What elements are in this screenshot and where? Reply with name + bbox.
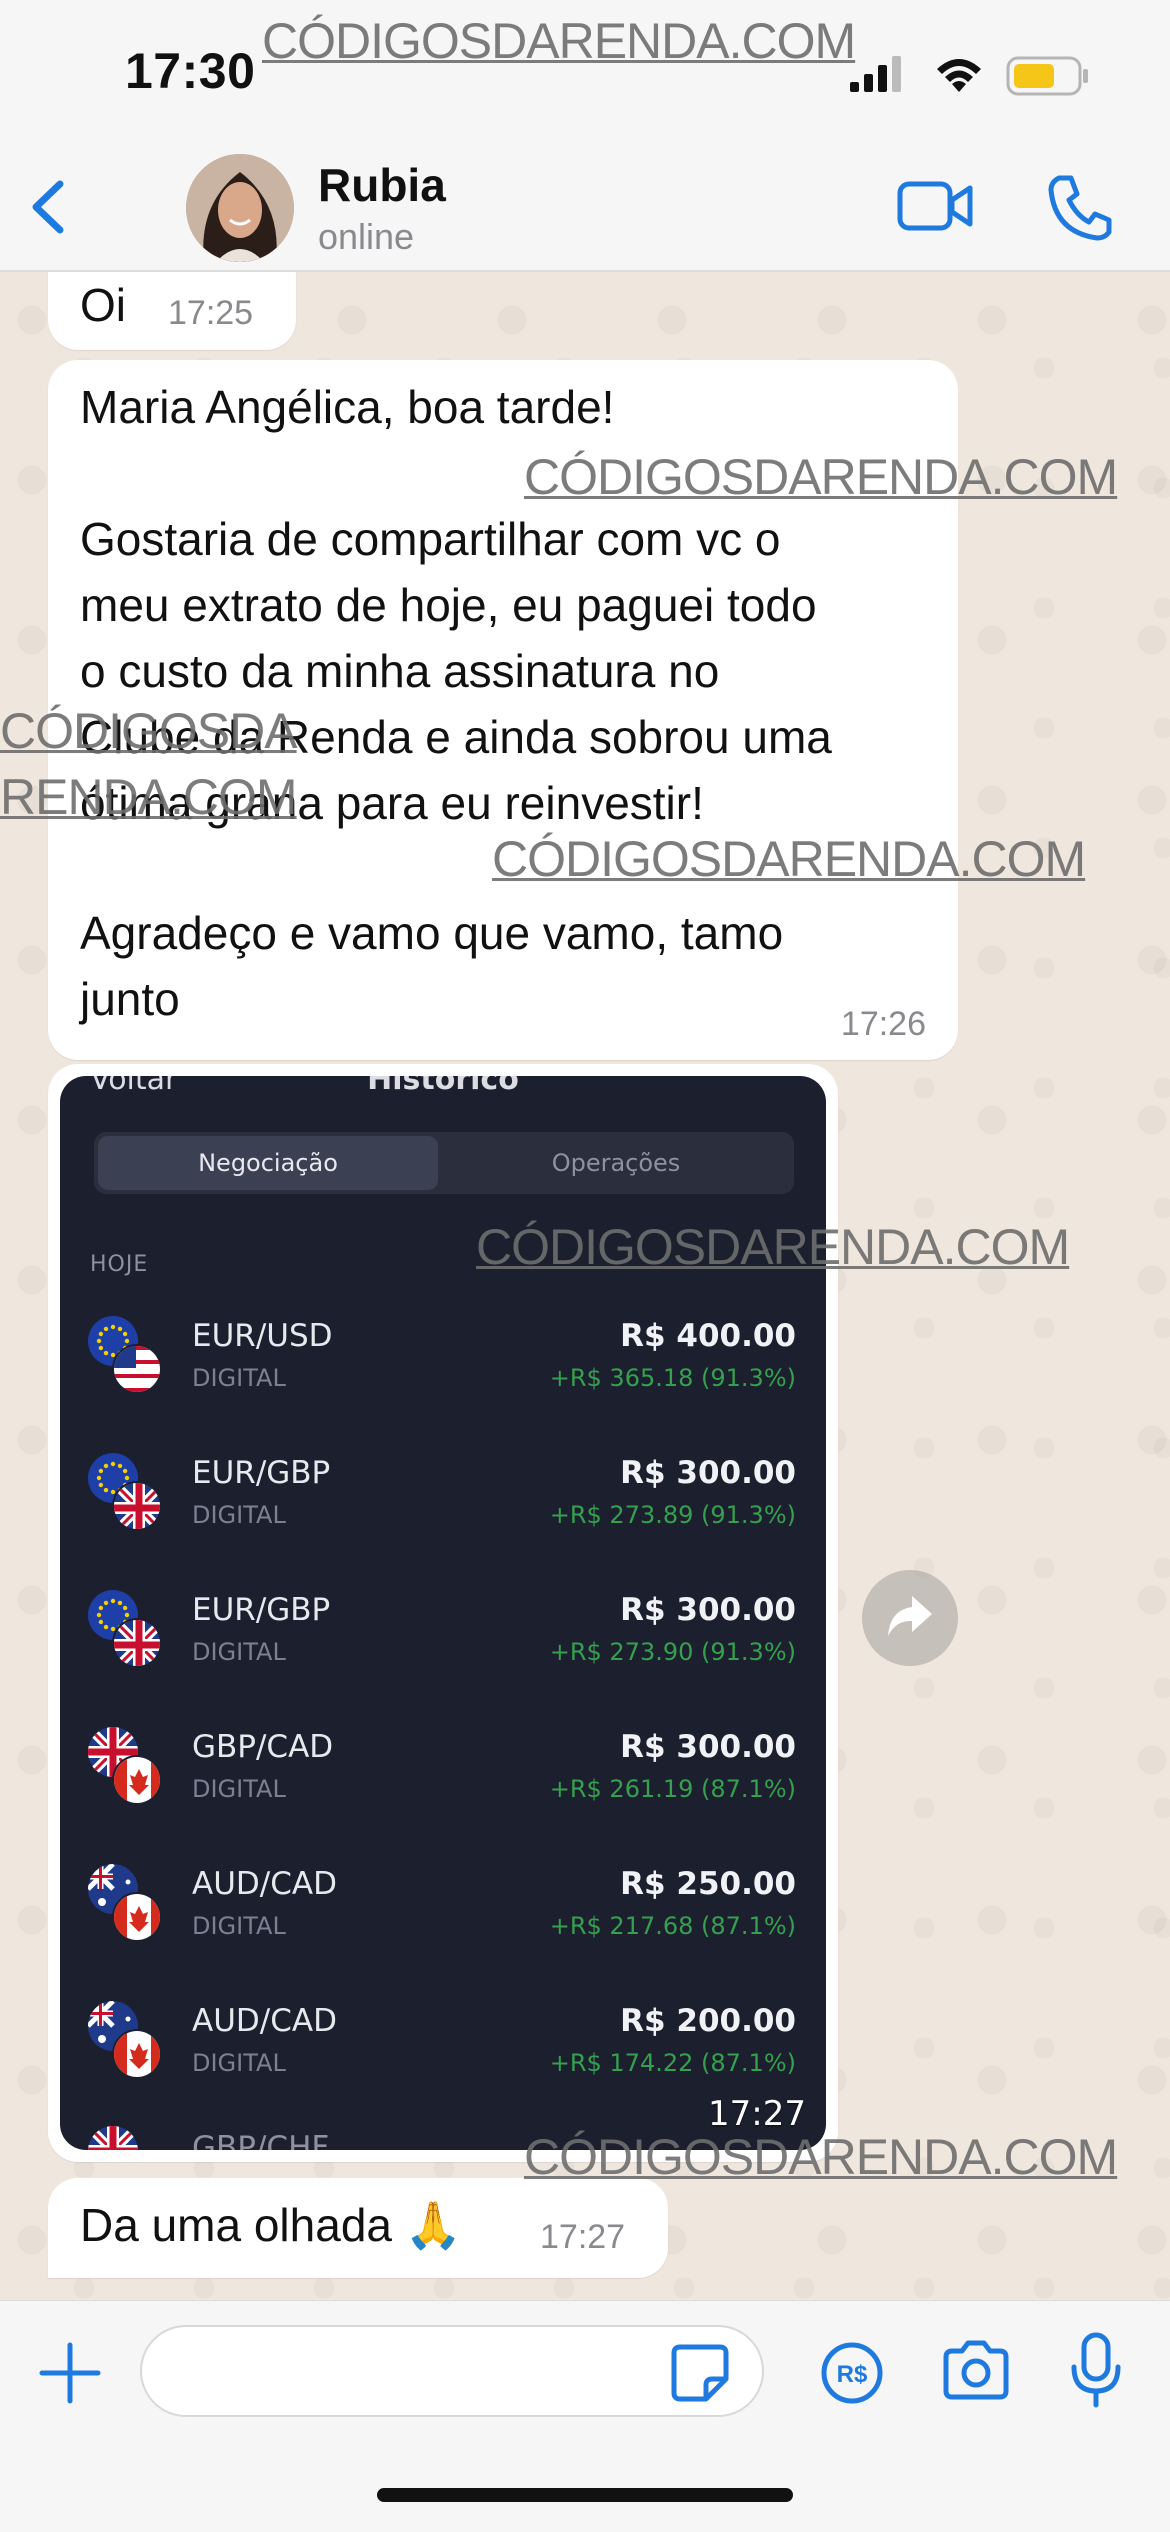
screenshot-segmented-control: Negociação Operações	[94, 1132, 794, 1194]
watermark: CÓDIGOSDARENDA.COM	[476, 1219, 1070, 1275]
chat-area[interactable]: Oi 17:25 Maria Angélica, boa tarde! Gost…	[0, 272, 1170, 2300]
chat-header: Rubia online	[0, 140, 1170, 272]
trade-profit: +R$ 273.89 (91.3%)	[549, 1501, 796, 1529]
message-line: Gostaria de compartilhar com vc o	[80, 513, 781, 565]
trade-profit: +R$ 261.19 (87.1%)	[549, 1775, 796, 1803]
trade-pair: EUR/GBP	[192, 1592, 331, 1628]
trade-pair: AUD/CAD	[192, 1866, 337, 1902]
message-time: 17:26	[840, 1005, 926, 1043]
trade-kind: DIGITAL	[192, 1364, 286, 1392]
watermark: RENDA.COM	[0, 769, 298, 825]
flag-icons	[88, 1727, 168, 1807]
forward-button[interactable]	[862, 1570, 958, 1666]
trade-profit: +R$ 365.18 (91.3%)	[549, 1364, 796, 1392]
flag-icons	[88, 1316, 168, 1396]
trade-profit: +R$ 273.90 (91.3%)	[549, 1638, 796, 1666]
trade-row: AUD/CAD DIGITAL R$ 250.00 +R$ 217.68 (87.1%…	[60, 1850, 826, 1987]
trade-row: GBP/CAD DIGITAL R$ 300.00 +R$ 261.19 (87.1%…	[60, 1713, 826, 1850]
gb-flag-icon	[112, 1481, 162, 1531]
contact-status: online	[318, 216, 415, 257]
microphone-icon[interactable]	[1066, 2331, 1126, 2411]
message-bubble-oi[interactable]: Oi 17:25	[48, 272, 296, 350]
trade-pair: EUR/GBP	[192, 1455, 331, 1491]
trade-kind: DIGITAL	[192, 2049, 286, 2077]
flag-icons	[88, 2126, 168, 2150]
ca-flag-icon	[112, 2029, 162, 2079]
trade-kind: DIGITAL	[192, 1501, 286, 1529]
trade-amount: R$ 300.00	[620, 1729, 796, 1765]
flag-icons	[88, 1590, 168, 1670]
ca-flag-icon	[112, 1755, 162, 1805]
payment-icon[interactable]: R$	[820, 2341, 884, 2405]
trade-amount: R$ 250.00	[620, 1866, 796, 1902]
message-time: 17:25	[168, 294, 254, 332]
forward-arrow-icon	[888, 1596, 932, 1636]
watermark: CÓDIGOSDARENDA.COM	[524, 2129, 1118, 2185]
trade-pair: AUD/CAD	[192, 2003, 337, 2039]
watermark: CÓDIGOSDARENDA.COM	[524, 449, 1118, 505]
gb-flag-icon	[112, 1618, 162, 1668]
ca-flag-icon	[112, 1892, 162, 1942]
flag-icons	[88, 1453, 168, 1533]
message-time: 17:27	[540, 2218, 626, 2256]
section-label: HOJE	[90, 1252, 149, 1277]
trade-profit: +R$ 217.68 (87.1%)	[549, 1912, 796, 1940]
message-line: o custo da minha assinatura no	[80, 645, 720, 697]
trade-row: EUR/GBP DIGITAL R$ 300.00 +R$ 273.90 (91.3%…	[60, 1576, 826, 1713]
trade-amount: R$ 200.00	[620, 2003, 796, 2039]
trade-amount: R$ 300.00	[620, 1455, 796, 1491]
screenshot-nav: Voltar Histórico	[60, 1076, 826, 1102]
svg-text:R$: R$	[837, 2361, 868, 2388]
message-text: Da uma olhada 🙏	[80, 2199, 463, 2251]
video-call-icon[interactable]	[896, 176, 976, 236]
plus-icon[interactable]	[38, 2341, 102, 2405]
battery-icon	[1006, 56, 1088, 96]
trade-pair: EUR/USD	[192, 1318, 333, 1354]
trade-kind: DIGITAL	[192, 1912, 286, 1940]
home-indicator[interactable]	[377, 2488, 793, 2502]
contact-name[interactable]: Rubia	[318, 158, 446, 212]
back-chevron-icon[interactable]	[20, 172, 80, 242]
watermark: CÓDIGOSDA	[0, 703, 298, 759]
trade-profit: +R$ 174.22 (87.1%)	[549, 2049, 796, 2077]
trade-pair: GBP/CHF	[192, 2130, 330, 2150]
flag-icons	[88, 2001, 168, 2081]
screenshot-title: Histórico	[367, 1076, 519, 1097]
trade-amount: R$ 300.00	[620, 1592, 796, 1628]
tab-operacoes: Operações	[551, 1149, 681, 1177]
trade-amount: R$ 400.00	[620, 1318, 796, 1354]
trade-pair: GBP/CAD	[192, 1729, 334, 1765]
message-line: meu extrato de hoje, eu paguei todo	[80, 579, 817, 631]
trade-kind: DIGITAL	[192, 1638, 286, 1666]
sticker-icon[interactable]	[670, 2343, 730, 2403]
watermark: CÓDIGOSDARENDA.COM	[492, 831, 1086, 887]
phone-icon[interactable]	[1045, 172, 1115, 242]
trade-kind: DIGITAL	[192, 1775, 286, 1803]
flag-icons	[88, 1864, 168, 1944]
watermark: CÓDIGOSDARENDA.COM	[262, 13, 856, 69]
gb-flag-icon	[88, 2126, 138, 2150]
message-line: Agradeço e vamo que vamo, tamo	[80, 907, 784, 959]
message-line: junto	[80, 973, 180, 1025]
us-flag-icon	[112, 1344, 162, 1394]
signal-icon	[850, 56, 901, 92]
status-time: 17:30	[125, 43, 256, 99]
wifi-icon	[937, 59, 981, 92]
message-paragraph: Maria Angélica, boa tarde!	[80, 381, 615, 433]
message-text: Oi	[80, 279, 126, 331]
tab-negociacao: Negociação	[98, 1136, 438, 1190]
camera-icon[interactable]	[940, 2339, 1012, 2403]
message-bubble-last[interactable]: Da uma olhada 🙏 17:27	[48, 2178, 668, 2278]
trade-row: EUR/GBP DIGITAL R$ 300.00 +R$ 273.89 (91.3%…	[60, 1439, 826, 1576]
trade-row: EUR/USD DIGITAL R$ 400.00 +R$ 365.18 (91.3%…	[60, 1302, 826, 1439]
avatar[interactable]	[186, 154, 294, 262]
